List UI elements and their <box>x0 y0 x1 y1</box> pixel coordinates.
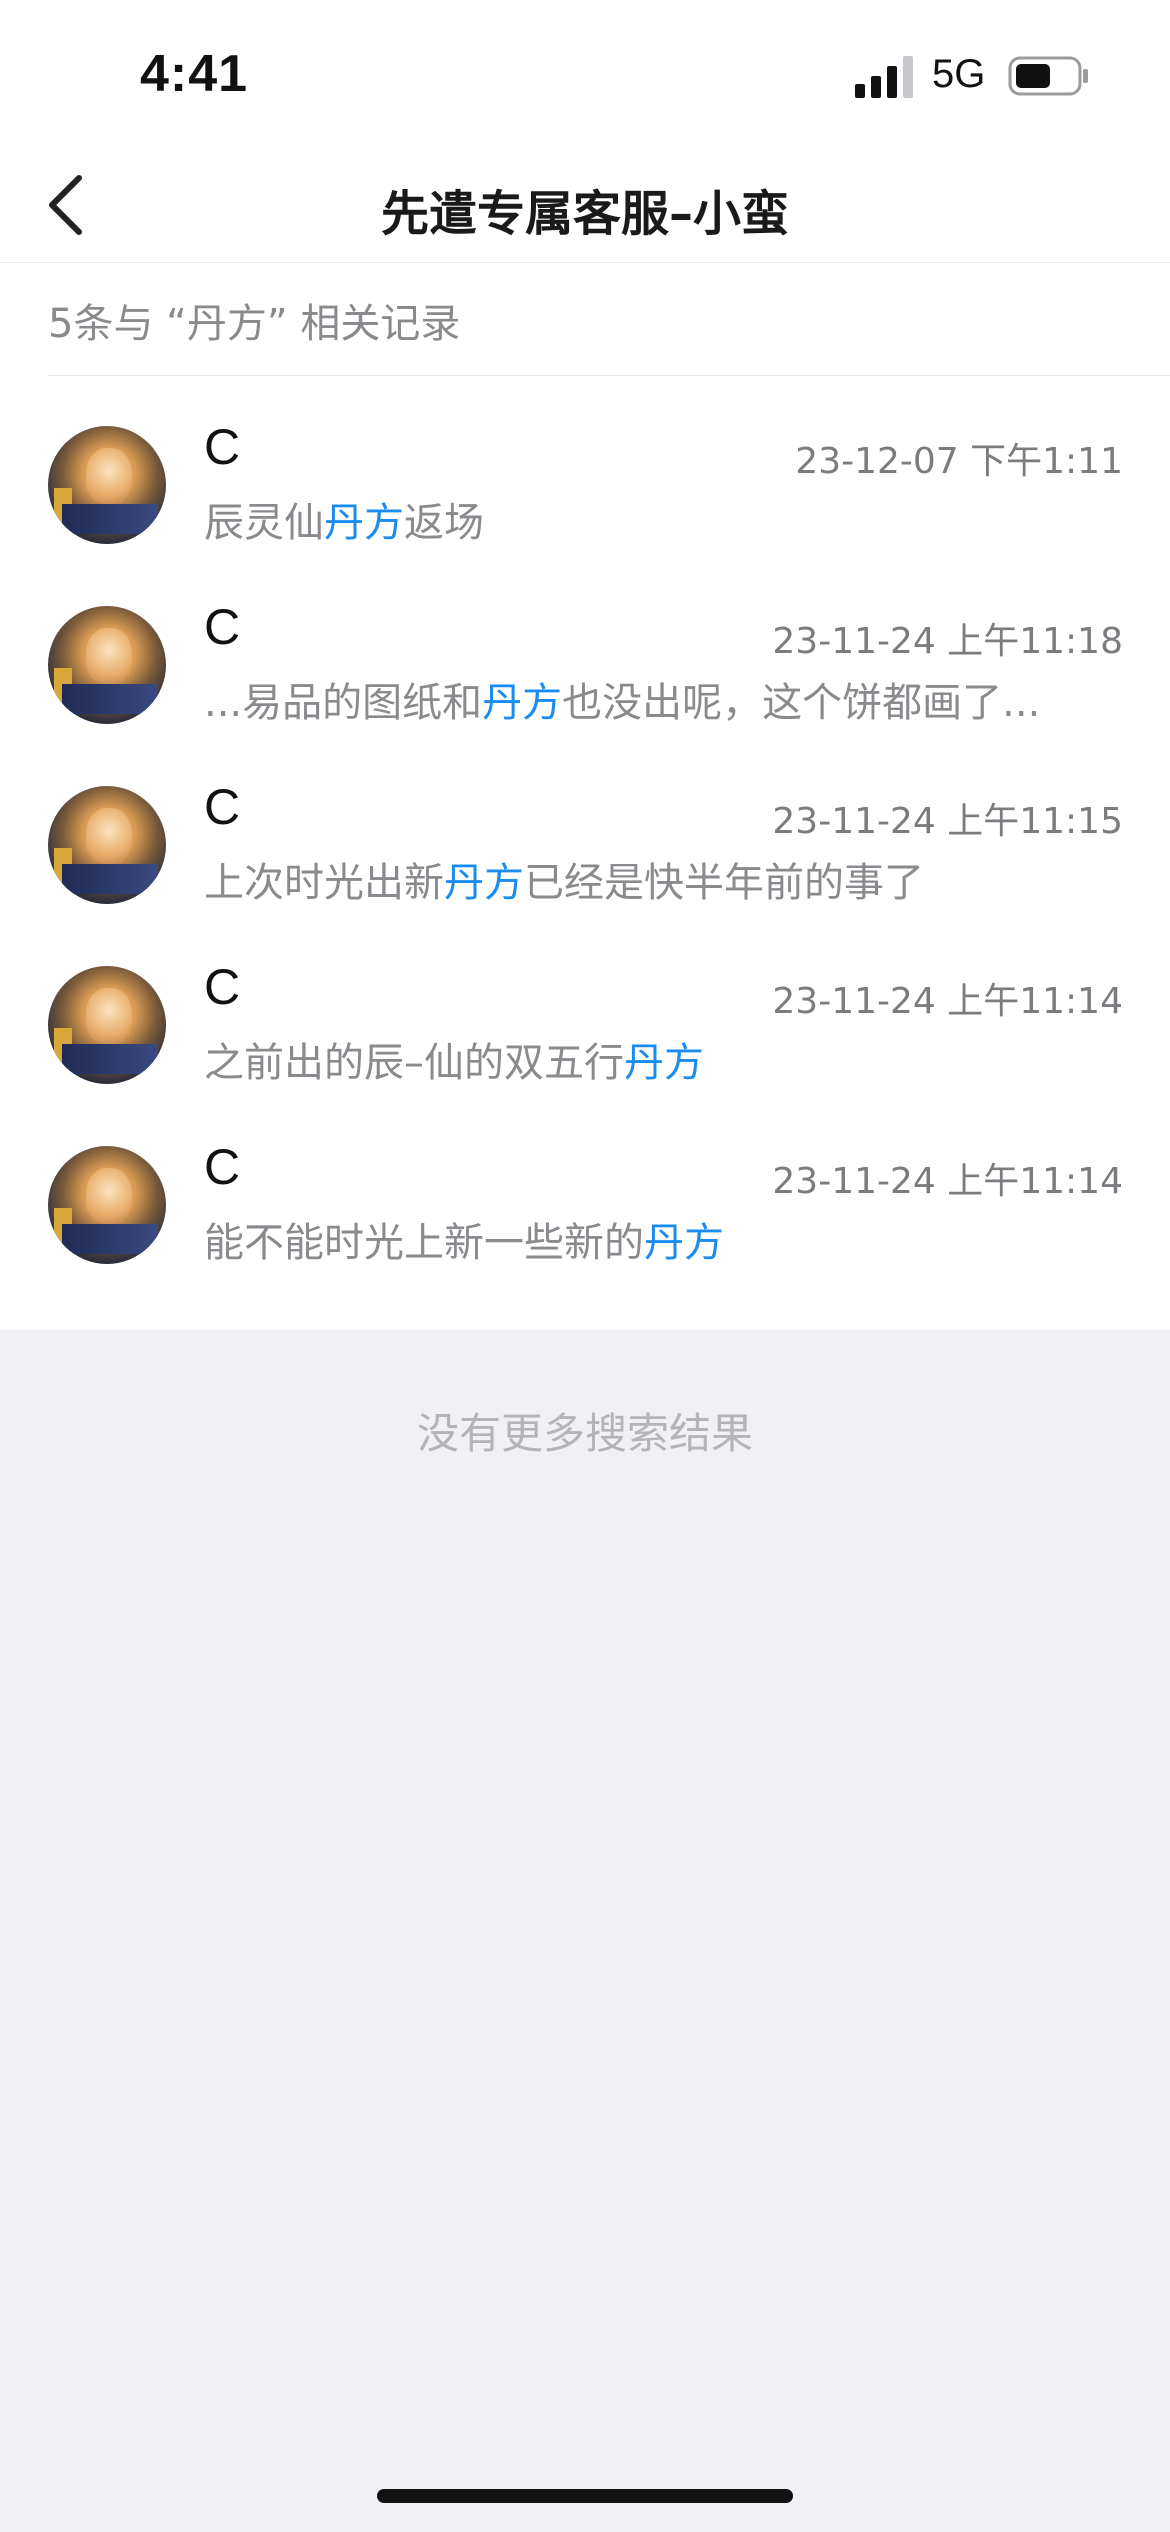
status-time: 4:41 <box>140 45 249 103</box>
keyword-highlight: 丹方 <box>624 1040 704 1086</box>
sender-name: C <box>204 779 241 835</box>
battery-icon <box>1008 56 1088 96</box>
avatar <box>48 426 166 544</box>
navigation-bar: 先遣专属客服–小蛮 <box>0 148 1170 263</box>
avatar <box>48 966 166 1084</box>
avatar <box>48 1146 166 1264</box>
message-snippet: 能不能时光上新一些新的丹方 <box>204 1220 724 1266</box>
message-snippet: ...易品的图纸和丹方也没出呢，这个饼都画了... <box>204 680 1041 726</box>
search-result-item[interactable]: C 23-11-24 上午11:14 之前出的辰–仙的双五行丹方 <box>0 948 1170 1128</box>
status-bar: 4:41 5G <box>0 0 1170 160</box>
search-result-item[interactable]: C 23-11-24 上午11:15 上次时光出新丹方已经是快半年前的事了 <box>0 768 1170 948</box>
results-summary: 5条与 “丹方” 相关记录 <box>0 263 1170 376</box>
sender-name: C <box>204 599 241 655</box>
message-snippet: 辰灵仙丹方返场 <box>204 500 484 546</box>
message-timestamp: 23-11-24 上午11:18 <box>772 621 1123 662</box>
sender-name: C <box>204 959 241 1015</box>
page-title: 先遣专属客服–小蛮 <box>380 186 789 242</box>
search-results-list: C 23-12-07 下午1:11 辰灵仙丹方返场 C 23-11-24 上午1… <box>0 376 1170 1330</box>
home-indicator[interactable] <box>377 2489 793 2503</box>
search-result-item[interactable]: C 23-12-07 下午1:11 辰灵仙丹方返场 <box>0 408 1170 588</box>
message-snippet: 之前出的辰–仙的双五行丹方 <box>204 1040 704 1086</box>
message-timestamp: 23-11-24 上午11:14 <box>772 981 1123 1022</box>
sender-name: C <box>204 1139 241 1195</box>
keyword-highlight: 丹方 <box>324 500 404 546</box>
top-area: 4:41 5G 先遣专属客服–小蛮 5条与 “丹方” 相关记录 C 23-12-… <box>0 0 1170 1330</box>
message-snippet: 上次时光出新丹方已经是快半年前的事了 <box>204 860 924 906</box>
keyword-highlight: 丹方 <box>444 860 524 906</box>
message-timestamp: 23-11-24 上午11:15 <box>772 801 1123 842</box>
no-more-results-text: 没有更多搜索结果 <box>416 1409 753 1458</box>
keyword-highlight: 丹方 <box>482 680 563 726</box>
avatar <box>48 786 166 904</box>
network-type: 5G <box>932 52 986 96</box>
keyword-highlight: 丹方 <box>644 1220 724 1266</box>
message-timestamp: 23-11-24 上午11:14 <box>772 1161 1123 1202</box>
message-timestamp: 23-12-07 下午1:11 <box>795 441 1123 482</box>
search-result-item[interactable]: C 23-11-24 上午11:18 ...易品的图纸和丹方也没出呢，这个饼都画… <box>0 588 1170 768</box>
avatar <box>48 606 166 724</box>
sender-name: C <box>204 419 241 475</box>
cellular-signal-icon <box>855 56 913 98</box>
search-result-item[interactable]: C 23-11-24 上午11:14 能不能时光上新一些新的丹方 <box>0 1128 1170 1308</box>
